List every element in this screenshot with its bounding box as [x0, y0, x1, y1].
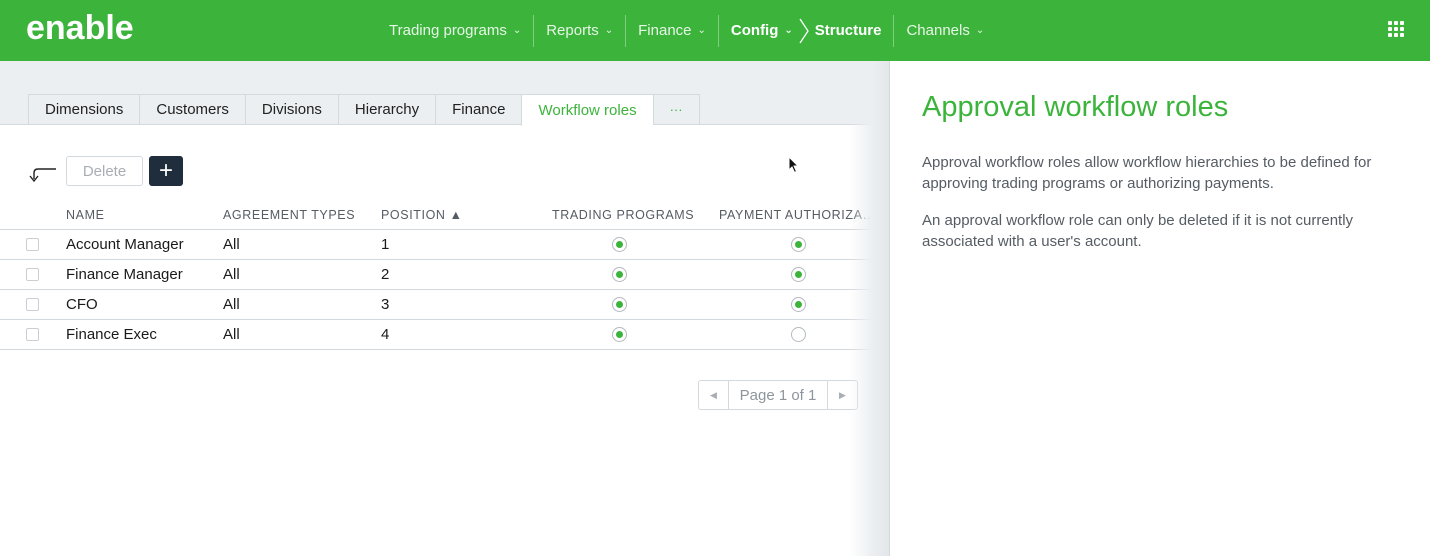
- enable-logo[interactable]: enable: [26, 10, 186, 48]
- nav-reports[interactable]: Reports ⌄: [534, 15, 625, 47]
- role-name: Finance Manager: [66, 266, 183, 283]
- panel-paragraph: An approval workflow role can only be de…: [922, 212, 1354, 250]
- table-row[interactable]: Finance Manager All 2: [0, 260, 889, 290]
- row-checkbox[interactable]: [26, 298, 39, 311]
- toolbar: Delete +: [28, 156, 183, 186]
- table-row[interactable]: CFO All 3: [0, 290, 889, 320]
- column-header-trading-programs[interactable]: TRADING PROGRAMS: [552, 208, 694, 222]
- page-indicator: Page 1 of 1: [739, 386, 817, 404]
- chevron-down-icon: ⌄: [784, 25, 793, 36]
- column-header-agreement-types[interactable]: AGREEMENT TYPES: [223, 208, 355, 222]
- position: 2: [381, 266, 390, 283]
- main-nav: Trading programs ⌄ Reports ⌄ Finance ⌄ C…: [377, 0, 996, 61]
- chevron-down-icon: ⌄: [512, 25, 522, 36]
- nav-structure[interactable]: Structure: [811, 15, 894, 47]
- position: 1: [381, 236, 390, 253]
- column-header-name[interactable]: NAME: [66, 208, 105, 222]
- nav-label: Structure: [814, 22, 882, 39]
- top-bar: enable Trading programs ⌄ Reports ⌄ Fina…: [0, 0, 1430, 61]
- select-all-arrow-icon[interactable]: [28, 157, 58, 185]
- nav-label: Channels: [906, 22, 970, 39]
- position: 4: [381, 326, 390, 343]
- payment-authorization-indicator: [791, 267, 806, 282]
- table-header: NAME AGREEMENT TYPES POSITION ▲ TRADING …: [0, 199, 889, 230]
- workflow-roles-table: NAME AGREEMENT TYPES POSITION ▲ TRADING …: [0, 199, 889, 350]
- payment-authorization-indicator: [791, 297, 806, 312]
- help-panel: Approval workflow roles Approval workflo…: [889, 61, 1430, 556]
- nav-label: Config: [730, 22, 779, 39]
- agreement-types: All: [223, 296, 240, 313]
- nav-label: Trading programs: [389, 22, 507, 39]
- tab-divisions[interactable]: Divisions: [244, 94, 338, 125]
- payment-authorization-indicator: [791, 237, 806, 252]
- trading-programs-indicator: [612, 267, 627, 282]
- nav-config[interactable]: Config ⌄: [719, 15, 797, 47]
- tab-customers[interactable]: Customers: [139, 94, 245, 125]
- column-header-position[interactable]: POSITION ▲: [381, 208, 463, 222]
- tab-workflow-roles[interactable]: Workflow roles: [521, 94, 653, 126]
- chevron-down-icon: ⌄: [975, 25, 985, 36]
- svg-text:enable: enable: [26, 10, 134, 47]
- tabs: Dimensions Customers Divisions Hierarchy…: [28, 94, 700, 126]
- tab-finance[interactable]: Finance: [435, 94, 522, 125]
- table-row[interactable]: Finance Exec All 4: [0, 320, 889, 350]
- row-checkbox[interactable]: [26, 328, 39, 341]
- row-checkbox[interactable]: [26, 268, 39, 281]
- panel-shadow: [850, 61, 890, 556]
- tab-hierarchy[interactable]: Hierarchy: [337, 94, 436, 125]
- tab-dimensions[interactable]: Dimensions: [28, 94, 140, 125]
- panel-title: Approval workflow roles: [922, 91, 1229, 123]
- trading-programs-indicator: [612, 237, 627, 252]
- tab-more[interactable]: ···: [652, 94, 700, 125]
- role-name: Finance Exec: [66, 326, 157, 343]
- role-name: Account Manager: [66, 236, 184, 253]
- chevron-down-icon: ⌄: [604, 25, 614, 36]
- delete-button[interactable]: Delete: [66, 156, 143, 186]
- nav-finance[interactable]: Finance ⌄: [626, 15, 718, 47]
- apps-grid-icon[interactable]: [1388, 21, 1404, 37]
- nav-channels[interactable]: Channels ⌄: [894, 15, 996, 47]
- position: 3: [381, 296, 390, 313]
- nav-trading-programs[interactable]: Trading programs ⌄: [377, 15, 533, 47]
- agreement-types: All: [223, 326, 240, 343]
- agreement-types: All: [223, 236, 240, 253]
- role-name: CFO: [66, 296, 98, 313]
- row-checkbox[interactable]: [26, 238, 39, 251]
- previous-page-icon[interactable]: ◀: [699, 381, 729, 409]
- panel-paragraph: Approval workflow roles allow workflow h…: [922, 154, 1372, 192]
- nav-label: Finance: [638, 22, 692, 39]
- nav-label: Reports: [546, 22, 599, 39]
- mouse-cursor-icon: [788, 156, 800, 174]
- pagination: ◀ Page 1 of 1 ▶: [698, 380, 858, 410]
- table-row[interactable]: Account Manager All 1: [0, 230, 889, 260]
- add-button[interactable]: +: [149, 156, 183, 186]
- trading-programs-indicator: [612, 297, 627, 312]
- main-content: Dimensions Customers Divisions Hierarchy…: [0, 61, 889, 556]
- trading-programs-indicator: [612, 327, 627, 342]
- agreement-types: All: [223, 266, 240, 283]
- payment-authorization-indicator: [791, 327, 806, 342]
- breadcrumb-arrow-icon: [799, 18, 809, 43]
- chevron-down-icon: ⌄: [697, 25, 706, 36]
